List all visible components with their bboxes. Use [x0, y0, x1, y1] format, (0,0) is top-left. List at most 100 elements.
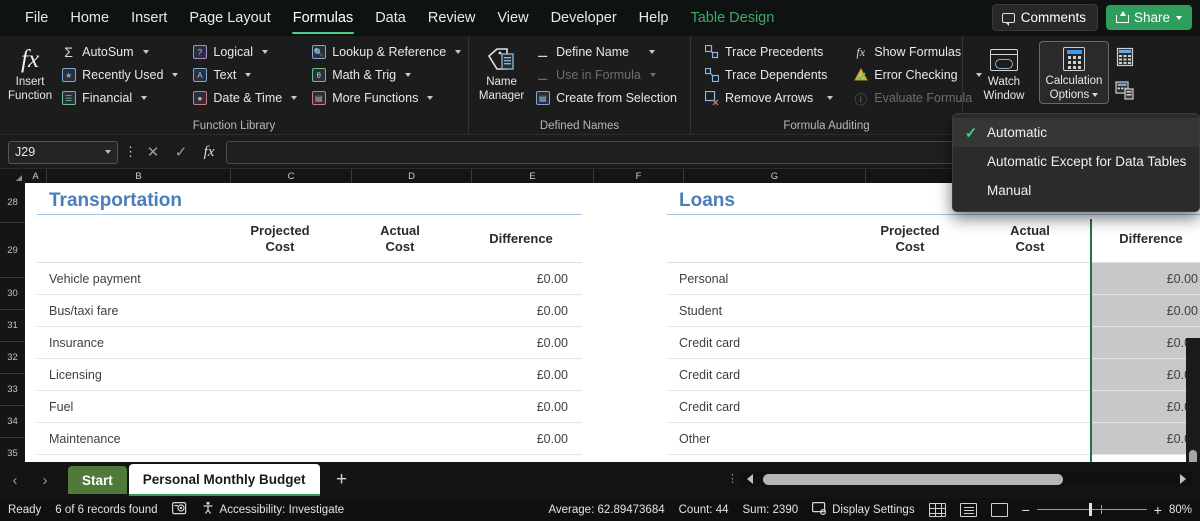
scroll-left-arrow-icon[interactable]: [747, 474, 753, 484]
page-layout-view-icon[interactable]: [959, 502, 977, 517]
row-header-29[interactable]: 29: [0, 223, 25, 278]
cell-difference[interactable]: £0.00: [460, 391, 582, 423]
cell-difference[interactable]: £0.00: [460, 263, 582, 295]
cell-label[interactable]: Fuel: [37, 391, 220, 423]
define-name-button[interactable]: ⚊ Define Name: [530, 41, 682, 63]
sheet-tab-start[interactable]: Start: [68, 466, 127, 494]
ribbon-tab-developer[interactable]: Developer: [540, 3, 628, 33]
cell-actual[interactable]: [970, 359, 1090, 391]
cell-difference[interactable]: £0.00: [460, 327, 582, 359]
cell-actual[interactable]: [340, 263, 460, 295]
cell-label[interactable]: Student: [667, 295, 850, 327]
cell-actual[interactable]: [970, 295, 1090, 327]
cell-label[interactable]: Personal: [667, 263, 850, 295]
row-header-32[interactable]: 32: [0, 342, 25, 374]
cell-projected[interactable]: [220, 391, 340, 423]
share-button[interactable]: Share: [1105, 5, 1192, 30]
cell-label[interactable]: Credit card: [667, 359, 850, 391]
cell-actual[interactable]: [970, 391, 1090, 423]
cell-actual[interactable]: [970, 423, 1090, 455]
row-header-28[interactable]: 28: [0, 183, 25, 223]
logical-button[interactable]: ? Logical: [187, 41, 302, 63]
scroll-split-grip-icon[interactable]: ⋮: [727, 474, 738, 485]
scroll-right-arrow-icon[interactable]: [1180, 474, 1186, 484]
ribbon-tab-table-design[interactable]: Table Design: [679, 3, 785, 33]
cell-actual[interactable]: [340, 295, 460, 327]
zoom-slider[interactable]: [1036, 502, 1147, 516]
ribbon-tab-insert[interactable]: Insert: [120, 3, 178, 33]
cell-actual[interactable]: [340, 359, 460, 391]
ribbon-tab-review[interactable]: Review: [417, 3, 487, 33]
add-sheet-button[interactable]: +: [320, 462, 364, 498]
cell-difference[interactable]: £0.00: [460, 295, 582, 327]
cell-actual[interactable]: [340, 391, 460, 423]
calc-menu-item-manual[interactable]: Manual: [953, 176, 1199, 205]
trace-dependents-button[interactable]: Trace Dependents: [699, 64, 838, 86]
watch-window-button[interactable]: Watch Window: [975, 41, 1033, 103]
table-row[interactable]: Fuel £0.00: [37, 391, 582, 423]
page-break-view-icon[interactable]: [990, 502, 1008, 517]
table-row[interactable]: Insurance £0.00: [37, 327, 582, 359]
zoom-level-label[interactable]: 80%: [1169, 504, 1192, 516]
cell-difference[interactable]: £0.00: [460, 359, 582, 391]
remove-arrows-button[interactable]: Remove Arrows: [699, 87, 838, 109]
recently-used-button[interactable]: ★ Recently Used: [56, 64, 183, 86]
cell-actual[interactable]: [340, 327, 460, 359]
trace-precedents-button[interactable]: Trace Precedents: [699, 41, 838, 63]
cell-projected[interactable]: [220, 359, 340, 391]
ribbon-tab-page-layout[interactable]: Page Layout: [178, 3, 281, 33]
sheet-tab-personal-monthly-budget[interactable]: Personal Monthly Budget: [128, 464, 320, 496]
ribbon-tab-view[interactable]: View: [486, 3, 539, 33]
cell-projected[interactable]: [850, 423, 970, 455]
normal-view-icon[interactable]: [928, 502, 946, 517]
comments-button[interactable]: Comments: [991, 4, 1098, 31]
cancel-icon[interactable]: ✕: [142, 141, 164, 163]
zoom-slider-thumb[interactable]: [1088, 502, 1092, 516]
cell-projected[interactable]: [850, 327, 970, 359]
ribbon-tab-file[interactable]: File: [14, 3, 59, 33]
ribbon-tab-formulas[interactable]: Formulas: [282, 3, 364, 34]
cell-label[interactable]: Credit card: [667, 391, 850, 423]
ribbon-tab-home[interactable]: Home: [59, 3, 120, 33]
display-settings-button[interactable]: Display Settings: [812, 501, 915, 518]
calc-menu-item-automatic-except-data-tables[interactable]: Automatic Except for Data Tables: [953, 147, 1199, 176]
column-header-F[interactable]: F: [594, 169, 684, 183]
text-button[interactable]: A Text: [187, 64, 302, 86]
ribbon-tab-data[interactable]: Data: [364, 3, 417, 33]
row-header-33[interactable]: 33: [0, 374, 25, 406]
cell-projected[interactable]: [850, 295, 970, 327]
enter-icon[interactable]: ✓: [170, 141, 192, 163]
accessibility-status[interactable]: Accessibility: Investigate: [201, 501, 344, 518]
cell-actual[interactable]: [970, 327, 1090, 359]
insert-function-icon[interactable]: fx: [198, 141, 220, 163]
sheet-nav-next[interactable]: ›: [30, 462, 60, 498]
name-box[interactable]: J29: [8, 140, 118, 164]
cell-label[interactable]: Insurance: [37, 327, 220, 359]
cell-label[interactable]: Vehicle payment: [37, 263, 220, 295]
calculation-options-button[interactable]: Calculation Options: [1039, 41, 1109, 104]
horizontal-scrollbar[interactable]: [741, 472, 1192, 486]
column-header-A[interactable]: A: [25, 169, 47, 183]
create-from-selection-button[interactable]: ▤ Create from Selection: [530, 87, 682, 109]
autosum-button[interactable]: Σ AutoSum: [56, 41, 183, 63]
sheet-nav-prev[interactable]: ‹: [0, 462, 30, 498]
date-time-button[interactable]: ● Date & Time: [187, 87, 302, 109]
zoom-out-button[interactable]: −: [1022, 502, 1030, 518]
cell-label[interactable]: Bus/taxi fare: [37, 295, 220, 327]
table-row[interactable]: Vehicle payment £0.00: [37, 263, 582, 295]
horizontal-scrollbar-thumb[interactable]: [763, 473, 1063, 485]
table-row[interactable]: Bus/taxi fare £0.00: [37, 295, 582, 327]
cell-projected[interactable]: [220, 423, 340, 455]
formula-bar-options-icon[interactable]: ⋮: [124, 144, 137, 160]
column-header-G[interactable]: G: [684, 169, 866, 183]
calc-menu-item-automatic[interactable]: ✓ Automatic: [953, 118, 1199, 147]
cell-difference[interactable]: £0.00: [460, 423, 582, 455]
calculate-now-icon[interactable]: [1115, 47, 1135, 72]
table-row[interactable]: Licensing £0.00: [37, 359, 582, 391]
row-header-30[interactable]: 30: [0, 278, 25, 310]
use-in-formula-button[interactable]: ⚊ Use in Formula: [530, 64, 682, 86]
cell-label[interactable]: Maintenance: [37, 423, 220, 455]
cell-projected[interactable]: [850, 359, 970, 391]
cell-label[interactable]: Licensing: [37, 359, 220, 391]
cell-projected[interactable]: [220, 295, 340, 327]
